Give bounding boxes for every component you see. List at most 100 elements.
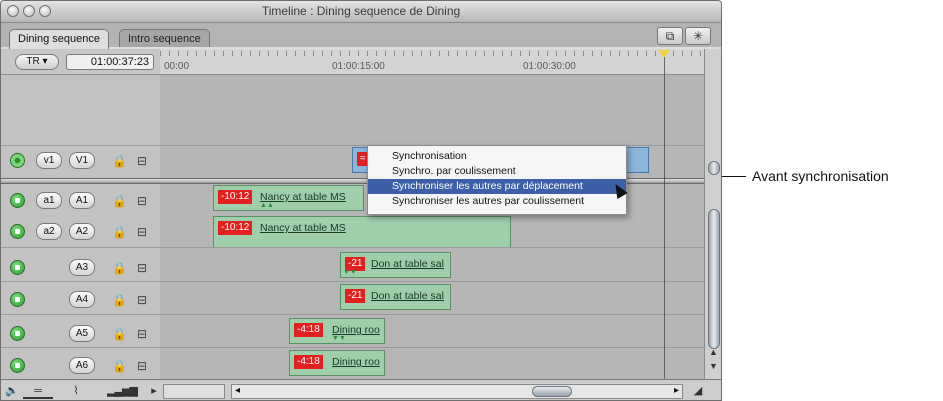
sequence-tabs: Dining sequence Intro sequence ⧉ ✳ bbox=[1, 23, 721, 49]
speaker-icon[interactable] bbox=[10, 260, 25, 275]
clip-a3[interactable]: -21 Don at table sal ▼▼ bbox=[340, 252, 451, 278]
auto-select-icon[interactable]: ⊟ bbox=[137, 261, 147, 275]
timecode-ruler[interactable]: 00:00 01:00:15:00 01:00:30:00 bbox=[160, 49, 704, 75]
link-indicator-icon: ▼▼ bbox=[332, 335, 346, 342]
menu-item-synchronisation[interactable]: Synchronisation bbox=[368, 149, 626, 164]
auto-select-icon[interactable]: ⊟ bbox=[137, 225, 147, 239]
row-separator bbox=[1, 247, 704, 248]
ruler-label-15s: 01:00:15:00 bbox=[332, 61, 385, 72]
clip-a4[interactable]: -21 Don at table sal bbox=[340, 284, 451, 310]
menu-item-synchroniser-autres-coulissement[interactable]: Synchroniser les autres par coulissement bbox=[368, 194, 626, 209]
track-visibility-icon[interactable] bbox=[10, 153, 25, 168]
source-control-a2[interactable]: a2 bbox=[36, 223, 62, 240]
scroll-down-arrow-icon[interactable]: ▼ bbox=[709, 361, 718, 371]
ruler-label-30s: 01:00:30:00 bbox=[523, 61, 576, 72]
current-timecode-field[interactable]: 01:00:37:23 bbox=[66, 54, 154, 70]
tab-dining-sequence[interactable]: Dining sequence bbox=[9, 29, 109, 49]
lock-icon[interactable]: 🔒 bbox=[112, 261, 127, 275]
source-control-v1[interactable]: v1 bbox=[36, 152, 62, 169]
tab-intro-sequence[interactable]: Intro sequence bbox=[119, 29, 210, 49]
timeline-bottom-bar: 🔈 ═ ⌇ ▂▃▅▆ ▸ ◂ ▸ ◢ bbox=[1, 379, 721, 400]
vertical-scrollbar[interactable]: ▲ ▼ bbox=[704, 49, 721, 379]
disclosure-arrow-icon[interactable]: ▸ bbox=[149, 384, 159, 399]
clip-a2[interactable]: -10:12 Nancy at table MS bbox=[213, 216, 511, 248]
timeline-controls: TR ▾ 01:00:37:23 bbox=[1, 49, 160, 75]
clip-overlays-icon[interactable]: ═ bbox=[23, 384, 53, 399]
linking-icon[interactable]: ✳ bbox=[685, 27, 711, 45]
track-a6-controls: A6 🔒 ⊟ bbox=[1, 350, 160, 380]
speaker-icon[interactable] bbox=[10, 224, 25, 239]
callout-line bbox=[722, 176, 746, 177]
dest-control-A3[interactable]: A3 bbox=[69, 259, 95, 276]
dest-control-V1[interactable]: V1 bbox=[69, 152, 95, 169]
playhead-line[interactable] bbox=[664, 57, 665, 379]
sync-context-menu: Synchronisation Synchro. par coulissemen… bbox=[367, 145, 627, 215]
offset-badge: -4:18 bbox=[294, 355, 323, 369]
menu-item-synchro-par-coulissement[interactable]: Synchro. par coulissement bbox=[368, 164, 626, 179]
row-separator bbox=[1, 314, 704, 315]
snapping-icon[interactable]: ⧉ bbox=[657, 27, 683, 45]
track-a1-controls: a1 A1 🔒 ⊟ bbox=[1, 185, 160, 215]
video-scroll-thumb[interactable] bbox=[708, 161, 720, 175]
track-a4-controls: A4 🔒 ⊟ bbox=[1, 284, 160, 314]
offset-badge: -10:12 bbox=[218, 190, 253, 204]
menu-item-synchroniser-autres-deplacement[interactable]: Synchroniser les autres par déplacement bbox=[368, 179, 626, 194]
auto-select-icon[interactable]: ⊟ bbox=[137, 154, 147, 168]
ruler-label-start: 00:00 bbox=[164, 61, 190, 72]
clip-a1[interactable]: -10:12 Nancy at table MS ▲▲ bbox=[213, 185, 364, 211]
auto-select-icon[interactable]: ⊟ bbox=[137, 194, 147, 208]
scroll-right-arrow-icon[interactable]: ▸ bbox=[674, 385, 679, 396]
link-indicator-icon: ▼▼ bbox=[343, 269, 357, 276]
ruler-ticks bbox=[160, 51, 704, 56]
keyframes-toggle-icon[interactable]: ⌇ bbox=[61, 384, 91, 399]
window-title: Timeline : Dining sequence de Dining bbox=[261, 4, 461, 18]
scroll-up-arrow-icon[interactable]: ▲ bbox=[709, 347, 718, 357]
lock-icon[interactable]: 🔒 bbox=[112, 327, 127, 341]
callout-label: Avant synchronisation bbox=[752, 168, 889, 184]
dest-control-A1[interactable]: A1 bbox=[69, 192, 95, 209]
offset-badge: -21 bbox=[345, 289, 366, 303]
resize-grip-icon[interactable]: ◢ bbox=[691, 384, 705, 399]
clip-a5[interactable]: -4:18 Dining roo ▼▼ bbox=[289, 318, 385, 344]
speaker-icon[interactable] bbox=[10, 292, 25, 307]
row-separator bbox=[1, 347, 704, 348]
dest-control-A5[interactable]: A5 bbox=[69, 325, 95, 342]
track-a3-controls: A3 🔒 ⊟ bbox=[1, 252, 160, 282]
title-bar[interactable]: Timeline : Dining sequence de Dining bbox=[1, 1, 721, 23]
auto-select-icon[interactable]: ⊟ bbox=[137, 293, 147, 307]
clip-name: Nancy at table MS bbox=[260, 222, 346, 234]
track-a5-controls: A5 🔒 ⊟ bbox=[1, 318, 160, 348]
dest-control-A4[interactable]: A4 bbox=[69, 291, 95, 308]
audio-toggle-icon[interactable]: 🔈 bbox=[5, 384, 19, 399]
dest-control-A2[interactable]: A2 bbox=[69, 223, 95, 240]
audio-scroll-thumb[interactable] bbox=[708, 209, 720, 349]
track-height-popup[interactable]: TR ▾ bbox=[15, 54, 59, 70]
speaker-icon[interactable] bbox=[10, 193, 25, 208]
link-indicator-icon: ▲▲ bbox=[260, 202, 274, 209]
horizontal-scroll-thumb[interactable] bbox=[532, 386, 572, 397]
horizontal-scrollbar[interactable]: ◂ ▸ bbox=[231, 384, 683, 399]
zoom-slider[interactable] bbox=[163, 384, 225, 399]
lock-icon[interactable]: 🔒 bbox=[112, 154, 127, 168]
dest-control-A6[interactable]: A6 bbox=[69, 357, 95, 374]
lock-icon[interactable]: 🔒 bbox=[112, 194, 127, 208]
source-control-a1[interactable]: a1 bbox=[36, 192, 62, 209]
track-height-icon[interactable]: ▂▃▅▆ bbox=[99, 384, 145, 399]
clip-name: Don at table sal bbox=[371, 258, 444, 270]
clip-name: Don at table sal bbox=[371, 290, 444, 302]
offset-badge: -4:18 bbox=[294, 323, 323, 337]
speaker-icon[interactable] bbox=[10, 326, 25, 341]
track-a2-controls: a2 A2 🔒 ⊟ bbox=[1, 216, 160, 246]
clip-a6[interactable]: -4:18 Dining roo bbox=[289, 350, 385, 376]
offset-badge: -10:12 bbox=[218, 221, 253, 235]
auto-select-icon[interactable]: ⊟ bbox=[137, 359, 147, 373]
row-separator bbox=[1, 281, 704, 282]
empty-video-area bbox=[160, 75, 704, 145]
speaker-icon[interactable] bbox=[10, 358, 25, 373]
clip-name: Dining roo bbox=[332, 356, 380, 368]
lock-icon[interactable]: 🔒 bbox=[112, 359, 127, 373]
auto-select-icon[interactable]: ⊟ bbox=[137, 327, 147, 341]
lock-icon[interactable]: 🔒 bbox=[112, 293, 127, 307]
lock-icon[interactable]: 🔒 bbox=[112, 225, 127, 239]
scroll-left-arrow-icon[interactable]: ◂ bbox=[235, 385, 240, 396]
